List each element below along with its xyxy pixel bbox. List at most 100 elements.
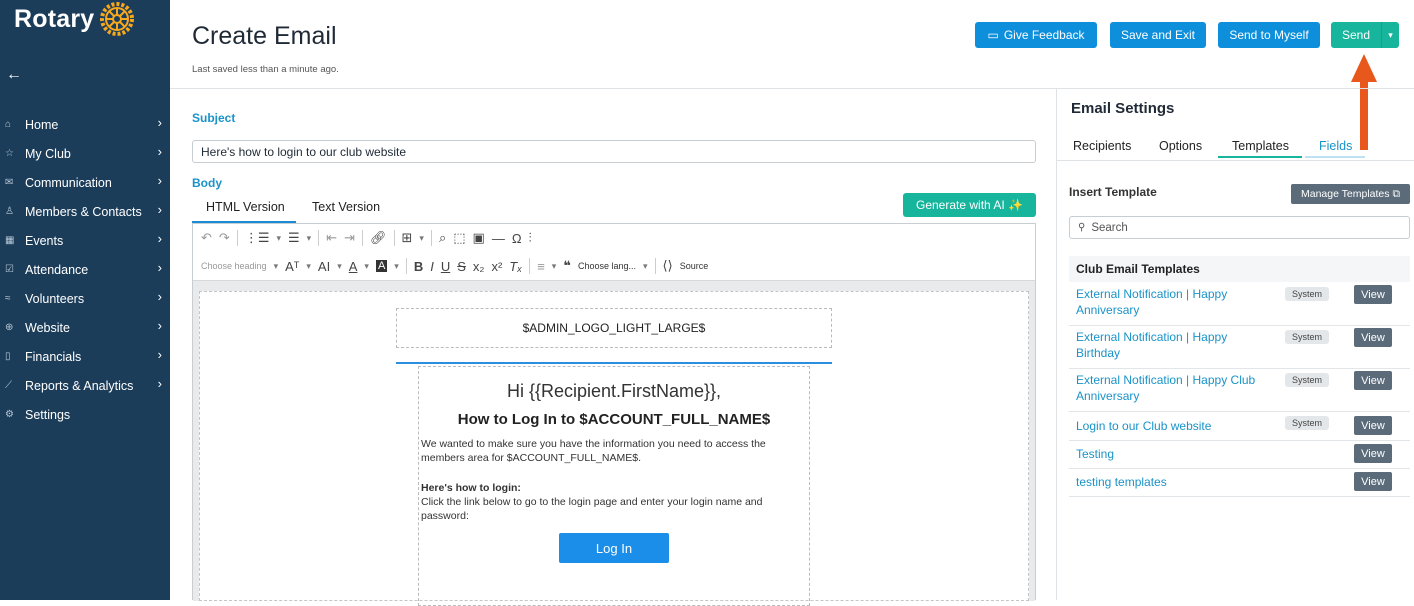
chevron-down-icon[interactable]: ▾: [306, 261, 311, 272]
chevron-right-icon: ›: [157, 260, 162, 275]
manage-templates-button[interactable]: Manage Templates ⧉: [1291, 184, 1410, 204]
tab-fields[interactable]: Fields: [1319, 139, 1352, 153]
chevron-down-icon[interactable]: ▾: [276, 233, 281, 244]
template-link[interactable]: External Notification | Happy Birthday: [1076, 329, 1266, 361]
give-feedback-button[interactable]: ▭ Give Feedback: [975, 22, 1097, 48]
subject-label: Subject: [192, 111, 236, 125]
email-paragraph-2: Click the link below to go to the login …: [421, 496, 763, 522]
tab-templates[interactable]: Templates: [1232, 139, 1289, 153]
background-color-icon[interactable]: A: [375, 260, 388, 272]
sidebar-item-financials[interactable]: ▯ Financials ›: [0, 342, 170, 371]
sidebar-item-home[interactable]: ⌂ Home ›: [0, 110, 170, 139]
page-break-icon[interactable]: ⫶: [529, 230, 532, 246]
chevron-down-icon[interactable]: ▾: [419, 233, 424, 244]
find-replace-icon[interactable]: ⌕: [439, 230, 446, 246]
sidebar-item-events[interactable]: ▦ Events ›: [0, 226, 170, 255]
system-badge: System: [1285, 287, 1329, 301]
source-label[interactable]: Source: [680, 261, 709, 271]
sidebar-item-reports-analytics[interactable]: ⟋ Reports & Analytics ›: [0, 371, 170, 400]
chevron-right-icon: ›: [157, 231, 162, 246]
horizontal-line-icon[interactable]: —: [492, 231, 505, 246]
strikethrough-icon[interactable]: S: [457, 259, 466, 274]
font-color-icon[interactable]: A: [349, 259, 358, 274]
source-icon[interactable]: ⟨⟩: [663, 258, 673, 274]
tab-text-version[interactable]: Text Version: [312, 200, 380, 214]
insert-template-label: Insert Template: [1069, 185, 1157, 199]
toolbar-separator: [405, 258, 407, 274]
chevron-right-icon: ›: [157, 202, 162, 217]
tab-recipients[interactable]: Recipients: [1073, 139, 1131, 153]
subject-input[interactable]: Here's how to login to our club website: [192, 140, 1036, 163]
sidebar-item-members-contacts[interactable]: ♙ Members & Contacts ›: [0, 197, 170, 226]
sidebar-item-settings[interactable]: ⚙ Settings: [0, 400, 170, 429]
subscript-icon[interactable]: x₂: [473, 259, 485, 274]
indent-icon[interactable]: ⇥: [344, 230, 355, 246]
bulleted-list-icon[interactable]: ☰: [288, 230, 300, 246]
chevron-down-icon[interactable]: ▾: [364, 261, 369, 272]
sidebar-item-label: Home: [25, 117, 59, 132]
font-family-icon[interactable]: AI: [318, 259, 330, 274]
heading-dropdown[interactable]: Choose heading: [201, 261, 267, 271]
back-arrow-icon[interactable]: ←: [6, 66, 22, 84]
view-button[interactable]: View: [1354, 371, 1392, 390]
numbered-list-icon[interactable]: ⋮☰: [245, 230, 270, 246]
generate-with-ai-button[interactable]: Generate with AI ✨: [903, 193, 1036, 217]
email-log-in-button[interactable]: Log In: [559, 533, 669, 563]
image-icon[interactable]: ▣: [473, 230, 485, 246]
sidebar-item-website[interactable]: ⊕ Website ›: [0, 313, 170, 342]
table-icon[interactable]: ⊞: [402, 230, 413, 246]
chevron-down-icon[interactable]: ▾: [552, 261, 557, 272]
link-icon[interactable]: 🔗︎: [370, 230, 387, 246]
view-button[interactable]: View: [1354, 285, 1392, 304]
template-link[interactable]: testing templates: [1076, 474, 1266, 490]
send-to-myself-button[interactable]: Send to Myself: [1218, 22, 1320, 48]
email-body-area[interactable]: $ADMIN_LOGO_LIGHT_LARGE$ Hi {{Recipient.…: [199, 291, 1029, 606]
template-link[interactable]: External Notification | Happy Anniversar…: [1076, 286, 1266, 318]
sidebar-item-my-club[interactable]: ☆ My Club ›: [0, 139, 170, 168]
code-language-dropdown[interactable]: Choose lang...: [578, 261, 636, 271]
chevron-down-icon[interactable]: ▾: [394, 261, 399, 272]
sidebar-nav: ⌂ Home › ☆ My Club › ✉ Communication › ♙ Member…: [0, 110, 170, 429]
view-button[interactable]: View: [1354, 416, 1392, 435]
table-row: Login to our Club website System View: [1069, 412, 1410, 441]
sidebar-item-communication[interactable]: ✉ Communication ›: [0, 168, 170, 197]
chevron-down-icon[interactable]: ▾: [307, 233, 312, 244]
table-row: External Notification | Happy Anniversar…: [1069, 283, 1410, 326]
align-icon[interactable]: ≡: [537, 259, 545, 274]
undo-icon[interactable]: ↶: [201, 230, 212, 246]
sidebar-item-attendance[interactable]: ☑ Attendance ›: [0, 255, 170, 284]
rotary-logo[interactable]: Rotary: [14, 2, 135, 36]
sidebar-item-volunteers[interactable]: ≈ Volunteers ›: [0, 284, 170, 313]
font-size-icon[interactable]: Aᵀ: [285, 259, 299, 274]
tab-options[interactable]: Options: [1159, 139, 1202, 153]
special-characters-icon[interactable]: Ω: [512, 231, 522, 246]
template-search-input[interactable]: ⚲ Search: [1069, 216, 1410, 239]
template-link[interactable]: External Notification | Happy Club Anniv…: [1076, 372, 1266, 404]
chevron-down-icon[interactable]: ▾: [643, 261, 648, 272]
italic-icon[interactable]: I: [430, 259, 434, 274]
view-button[interactable]: View: [1354, 472, 1392, 491]
template-link[interactable]: Testing: [1076, 446, 1266, 462]
underline-icon[interactable]: U: [441, 259, 450, 274]
system-badge: System: [1285, 416, 1329, 430]
blockquote-icon[interactable]: ❝: [563, 258, 571, 274]
select-all-icon[interactable]: ⬚: [453, 230, 465, 246]
view-button[interactable]: View: [1354, 444, 1392, 463]
superscript-icon[interactable]: x²: [491, 259, 502, 274]
view-button[interactable]: View: [1354, 328, 1392, 347]
save-and-exit-button[interactable]: Save and Exit: [1110, 22, 1206, 48]
outdent-icon[interactable]: ⇤: [326, 230, 337, 246]
person-icon: ♙: [5, 206, 14, 217]
bold-icon[interactable]: B: [414, 259, 423, 274]
settings-divider: [1056, 88, 1057, 600]
remove-format-icon[interactable]: Tₓ: [509, 259, 522, 274]
send-options-chevron-icon[interactable]: ▾: [1381, 22, 1399, 48]
chevron-down-icon[interactable]: ▾: [337, 261, 342, 272]
template-link[interactable]: Login to our Club website: [1076, 418, 1266, 434]
send-button[interactable]: Send: [1331, 22, 1381, 48]
tab-html-version[interactable]: HTML Version: [206, 200, 285, 214]
editor-toolbar-row-2: Choose heading ▾ Aᵀ ▾ AI ▾ A ▾ A ▾ B I U…: [193, 252, 1035, 280]
toolbar-separator: [393, 230, 395, 246]
redo-icon[interactable]: ↷: [219, 230, 230, 246]
chevron-down-icon[interactable]: ▾: [274, 261, 279, 272]
